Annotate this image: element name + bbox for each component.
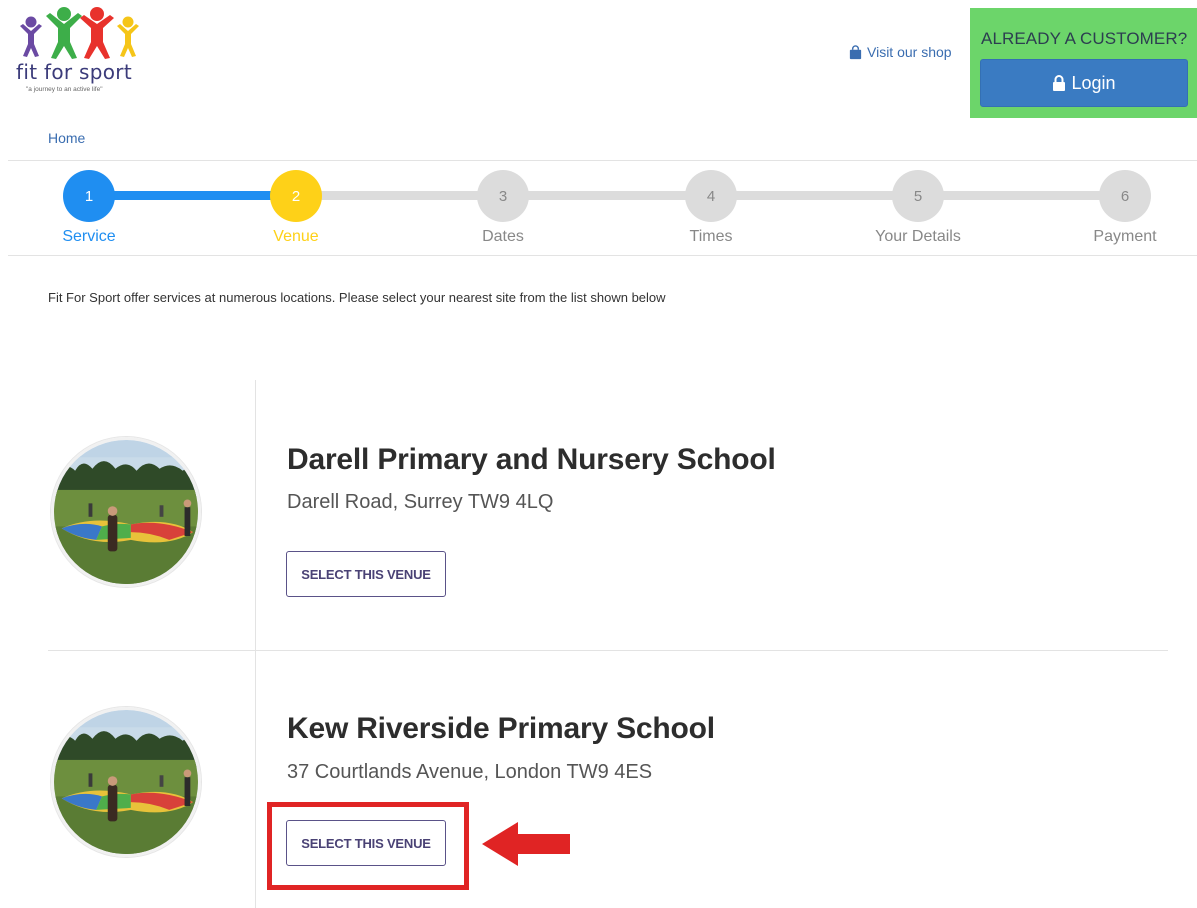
step-3-circle: 3 — [477, 170, 529, 222]
venue-row-divider — [48, 650, 1168, 651]
booking-stepper: 1 2 3 4 5 6 Service Venue Dates Times Yo… — [0, 162, 1197, 254]
divider-top — [8, 160, 1197, 161]
step-6-circle: 6 — [1099, 170, 1151, 222]
logo-wordmark: fit for sport — [16, 60, 132, 84]
step-5-label: Your Details — [875, 228, 961, 245]
breadcrumb-home[interactable]: Home — [48, 130, 85, 146]
venue-list-divider-vertical — [255, 380, 256, 908]
step-3-label: Dates — [482, 228, 524, 245]
logo-tagline: "a journey to an active life" — [26, 86, 103, 93]
venue-1-photo — [51, 437, 201, 587]
venue-photo-image — [54, 710, 198, 854]
step-2-label: Venue — [273, 228, 319, 245]
divider-stepper-bottom — [8, 255, 1197, 256]
visit-shop-label: Visit our shop — [867, 44, 952, 60]
step-1-circle: 1 — [63, 170, 115, 222]
annotation-arrow-left-icon — [482, 822, 570, 866]
login-button[interactable]: Login — [980, 59, 1188, 107]
already-customer-panel: ALREADY A CUSTOMER? Login — [970, 8, 1197, 118]
venue-2-photo — [51, 707, 201, 857]
step-4-circle: 4 — [685, 170, 737, 222]
lock-icon — [1053, 75, 1066, 91]
venue-2-name: Kew Riverside Primary School — [287, 712, 715, 745]
select-venue-1-button[interactable]: SELECT THIS VENUE — [286, 551, 446, 597]
already-customer-title: ALREADY A CUSTOMER? — [981, 29, 1188, 48]
step-5-circle: 5 — [892, 170, 944, 222]
login-label: Login — [1071, 72, 1116, 93]
annotation-highlight-box — [267, 802, 469, 890]
intro-text: Fit For Sport offer services at numerous… — [48, 290, 666, 305]
shopping-bag-icon — [849, 44, 862, 59]
logo-figures-icon — [20, 7, 139, 59]
fit-for-sport-logo[interactable]: fit for sport "a journey to an active li… — [14, 6, 154, 96]
stepper-track-completed — [89, 191, 296, 200]
venue-photo-image — [54, 440, 198, 584]
venue-2-address: 37 Courtlands Avenue, London TW9 4ES — [287, 761, 653, 783]
step-2-circle: 2 — [270, 170, 322, 222]
venue-1-address: Darell Road, Surrey TW9 4LQ — [287, 491, 554, 513]
step-6-label: Payment — [1093, 228, 1157, 245]
step-1-label: Service — [62, 228, 116, 245]
venue-1-name: Darell Primary and Nursery School — [287, 443, 776, 476]
visit-shop-link[interactable]: Visit our shop — [848, 44, 952, 60]
step-4-label: Times — [689, 228, 733, 245]
